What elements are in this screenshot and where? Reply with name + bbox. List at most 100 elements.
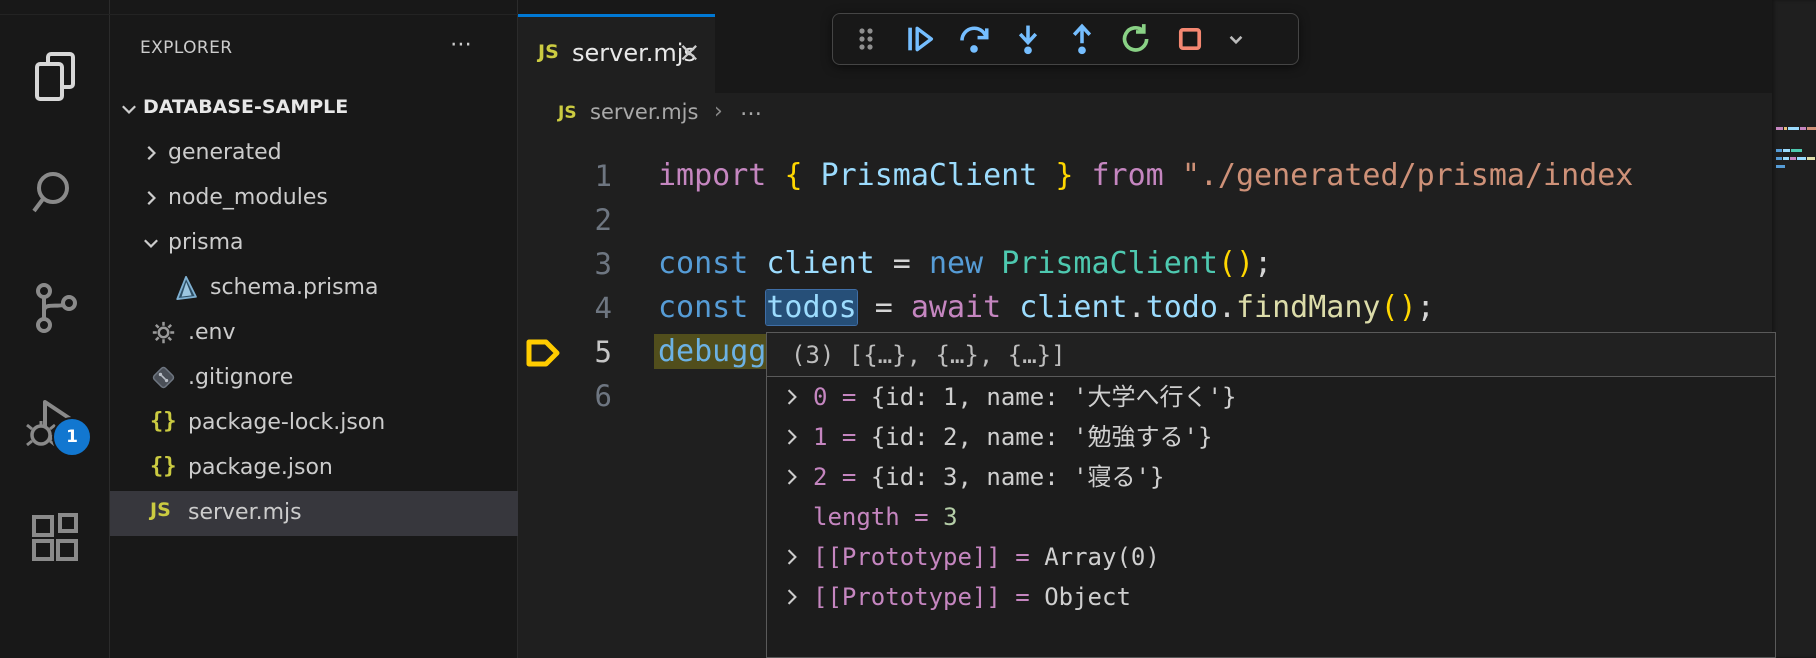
tree-item-label: .gitignore xyxy=(188,365,293,390)
chevron-right-icon xyxy=(781,545,803,569)
activity-item-extensions[interactable] xyxy=(0,502,109,574)
debug-hover-row--prototype-[interactable]: [[Prototype]] = Array(0) xyxy=(767,537,1775,577)
stop-button[interactable] xyxy=(1167,17,1213,61)
minimap-line xyxy=(1776,165,1786,168)
token: todos xyxy=(766,290,856,325)
chevron-right-icon xyxy=(781,465,803,489)
token: . xyxy=(1128,290,1146,325)
debug-hover-row-1[interactable]: 1 = {id: 2, name: '勉強する'} xyxy=(767,417,1775,457)
breadcrumb-ellipsis[interactable]: … xyxy=(740,96,762,121)
token: = xyxy=(857,290,911,325)
tree-item-server-mjs[interactable]: JSserver.mjs xyxy=(110,491,518,536)
token: ) xyxy=(1399,290,1417,325)
workspace-name: DATABASE-SAMPLE xyxy=(143,96,348,118)
debug-hover-row-0[interactable]: 0 = {id: 1, name: '大学へ行く'} xyxy=(767,377,1775,417)
chevron-right-icon xyxy=(781,385,803,409)
token xyxy=(748,290,766,325)
token: ; xyxy=(1417,290,1435,325)
step-over-button[interactable] xyxy=(951,17,997,61)
workspace-section-header[interactable]: DATABASE-SAMPLE xyxy=(110,86,517,131)
line-number-5[interactable]: 5 xyxy=(560,330,612,374)
debug-hover-row-text: 2 = {id: 3, name: '寝る'} xyxy=(813,457,1164,497)
files-icon xyxy=(27,48,83,104)
token: import xyxy=(658,158,766,193)
line-number-3[interactable]: 3 xyxy=(560,242,612,286)
token: ( xyxy=(1381,290,1399,325)
tree-item--env[interactable]: .env xyxy=(110,311,518,356)
debug-hover-row--prototype-[interactable]: [[Prototype]] = Object xyxy=(767,577,1775,617)
search-icon xyxy=(27,165,83,221)
activity-item-source-control[interactable] xyxy=(0,272,109,344)
debug-hover-row-2[interactable]: 2 = {id: 3, name: '寝る'} xyxy=(767,457,1775,497)
activity-item-explorer[interactable] xyxy=(0,40,109,112)
debug-hover-row-length[interactable]: length = 3 xyxy=(767,497,1775,537)
line-number-6[interactable]: 6 xyxy=(560,374,612,418)
tree-item-generated[interactable]: generated xyxy=(110,131,518,176)
source-control-icon xyxy=(26,279,84,337)
continue-button[interactable] xyxy=(897,17,943,61)
tree-item-node-modules[interactable]: node_modules xyxy=(110,176,518,221)
token xyxy=(748,246,766,281)
code-line-1[interactable]: import { PrismaClient } from "./generate… xyxy=(658,154,1633,198)
tree-item-schema-prisma[interactable]: schema.prisma xyxy=(110,266,518,311)
debug-hover-row-text: 0 = {id: 1, name: '大学へ行く'} xyxy=(813,377,1236,417)
tree-item-label: node_modules xyxy=(168,185,328,210)
debug-hover-row-text: [[Prototype]] = Object xyxy=(813,577,1131,617)
debug-hover-row-text: length = 3 xyxy=(813,497,958,537)
chevron-down-icon xyxy=(140,232,162,254)
activity-item-search[interactable] xyxy=(0,157,109,229)
token: PrismaClient xyxy=(1001,246,1218,281)
token: ; xyxy=(1254,246,1272,281)
token: . xyxy=(1218,290,1236,325)
restart-button[interactable] xyxy=(1113,17,1159,61)
debug-badge: 1 xyxy=(52,417,92,457)
token: client xyxy=(1019,290,1127,325)
json-file-icon: {} xyxy=(150,409,177,434)
token: const xyxy=(658,246,748,281)
drag-handle-icon[interactable] xyxy=(843,17,889,61)
git-file-icon xyxy=(150,364,177,391)
token: todo xyxy=(1146,290,1218,325)
code-line-3[interactable]: const client = new PrismaClient(); xyxy=(658,242,1272,286)
code-line-4[interactable]: const todos = await client.todo.findMany… xyxy=(658,286,1435,330)
token: = xyxy=(875,246,929,281)
minimap-line xyxy=(1776,149,1803,152)
debug-current-line-icon[interactable] xyxy=(524,336,562,370)
activity-bar: 1 xyxy=(0,0,110,658)
tree-item-label: .env xyxy=(188,320,236,345)
tree-item-label: package.json xyxy=(188,455,333,480)
more-actions-icon[interactable]: ⋯ xyxy=(450,32,474,57)
token: debugg xyxy=(658,334,766,369)
line-number-2[interactable]: 2 xyxy=(560,198,612,242)
tree-item-package-lock-json[interactable]: {}package-lock.json xyxy=(110,401,518,446)
tree-item-prisma[interactable]: prisma xyxy=(110,221,518,266)
token xyxy=(1001,290,1019,325)
token: "./generated/prisma/index xyxy=(1182,158,1634,193)
breadcrumb-separator-icon: › xyxy=(714,99,723,124)
code-line-5[interactable]: debugg xyxy=(658,330,766,374)
more-debug-actions-icon[interactable] xyxy=(1221,17,1251,61)
step-into-button[interactable] xyxy=(1005,17,1051,61)
step-out-button[interactable] xyxy=(1059,17,1105,61)
minimap-line xyxy=(1776,157,1816,160)
activity-item-run-and-debug[interactable]: 1 xyxy=(0,387,109,459)
line-number-4[interactable]: 4 xyxy=(560,286,612,330)
gear-file-icon xyxy=(150,319,177,346)
line-number-1[interactable]: 1 xyxy=(560,154,612,198)
tab-server-mjs[interactable]: JS server.mjs × xyxy=(518,14,715,93)
debug-hover-popup: (3) [{…}, {…}, {…}] 0 = {id: 1, name: '大… xyxy=(766,332,1776,658)
tree-item-package-json[interactable]: {} package.json xyxy=(110,446,518,491)
token xyxy=(983,246,1001,281)
breadcrumb-file[interactable]: server.mjs xyxy=(590,100,698,124)
close-icon[interactable]: × xyxy=(678,37,701,68)
token: { xyxy=(784,158,802,193)
token: PrismaClient xyxy=(821,158,1038,193)
tree-item--gitignore[interactable]: .gitignore xyxy=(110,356,518,401)
json-file-icon: {} xyxy=(150,454,177,479)
breadcrumb: JS server.mjs › … xyxy=(518,93,1772,140)
token: from xyxy=(1092,158,1164,193)
panel-top-seam xyxy=(0,14,518,15)
token: ) xyxy=(1236,246,1254,281)
sidebar-header: EXPLORER ⋯ xyxy=(110,14,517,86)
minimap[interactable] xyxy=(1772,0,1816,658)
